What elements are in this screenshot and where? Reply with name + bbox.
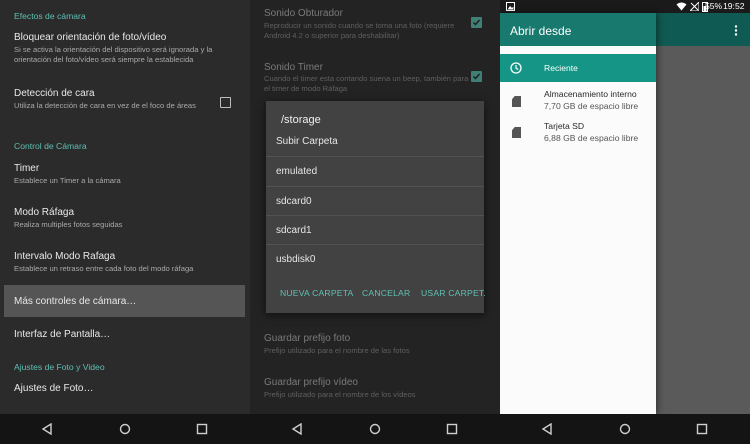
category-camera-effects: Efectos de cámara: [14, 11, 86, 21]
home-icon[interactable]: [119, 423, 131, 435]
root-sd-card[interactable]: Tarjeta SD 6,88 GB de espacio libre: [500, 117, 656, 149]
pref-title: Más controles de cámara…: [14, 296, 137, 307]
recent-apps-icon[interactable]: [696, 423, 708, 435]
folder-chooser-screen: Sonido Obturador Reproducir un sonido cu…: [250, 0, 500, 444]
pref-title: Modo Ráfaga: [14, 207, 75, 218]
back-icon[interactable]: [41, 423, 53, 435]
check-icon: [473, 19, 481, 26]
pref-shutter-sound: Sonido Obturador Reproducir un sonido cu…: [250, 4, 500, 48]
pref-lock-orientation[interactable]: Bloquear orientación de foto/vídeo Si se…: [0, 26, 250, 68]
sd-card-icon: [512, 127, 521, 138]
clock: 19:52: [723, 1, 745, 11]
check-icon: [473, 73, 481, 80]
root-summary: 7,70 GB de espacio libre: [544, 101, 639, 111]
pref-title: Timer: [14, 163, 40, 174]
roots-drawer: Abrir desde Reciente Almacenamiento inte…: [500, 13, 656, 414]
dialog-item-usbdisk0[interactable]: usbdisk0: [266, 245, 484, 274]
pref-summary: Realiza multiples fotos seguidas: [14, 220, 123, 229]
home-icon[interactable]: [619, 423, 631, 435]
drawer-title: Abrir desde: [510, 24, 572, 38]
pref-summary: Establece un retraso entre cada foto del…: [14, 264, 194, 273]
pref-timer-sound: Sonido Timer Cuando el timer esta contan…: [250, 57, 500, 101]
recent-apps-icon[interactable]: [446, 423, 458, 435]
dialog-item-label: usbdisk0: [276, 254, 316, 265]
status-bar: 55% 19:52: [500, 0, 750, 13]
home-icon[interactable]: [369, 423, 381, 435]
back-icon[interactable]: [291, 423, 303, 435]
signal-off-icon: [690, 2, 699, 11]
pref-title: Sonido Obturador: [264, 8, 343, 19]
pref-title: Sonido Timer: [264, 62, 323, 73]
folder-chooser-dialog: /storage Subir Carpeta emulated sdcard0 …: [266, 101, 486, 313]
pref-summary: Reproducir un sonido cuando se toma una …: [264, 21, 455, 40]
face-detection-checkbox[interactable]: [220, 97, 231, 108]
pref-title: Detección de cara: [14, 88, 95, 99]
drawer-header: Abrir desde: [500, 13, 656, 46]
use-folder-button[interactable]: USAR CARPET.: [421, 288, 486, 298]
pref-title: Ajustes de Foto…: [14, 383, 94, 394]
pref-title: Intervalo Modo Rafaga: [14, 251, 116, 262]
pref-photo-settings[interactable]: Ajustes de Foto…: [0, 376, 250, 402]
root-internal-storage[interactable]: Almacenamiento interno 7,70 GB de espaci…: [500, 84, 656, 116]
camera-settings-screen: Efectos de cámara Bloquear orientación d…: [0, 0, 250, 444]
navigation-bar: [500, 414, 750, 444]
dialog-item-label: sdcard1: [276, 225, 312, 236]
category-camera-control: Control de Cámara: [14, 141, 87, 151]
pref-save-video-prefix: Guardar prefijo vídeo Prefijo utilizado …: [250, 370, 500, 404]
dialog-item-parent-folder[interactable]: Subir Carpeta: [266, 127, 484, 156]
root-label: Tarjeta SD: [544, 121, 585, 131]
pref-summary: Prefijo utilizado para el nombre de las …: [264, 346, 410, 355]
image-notification-icon: [506, 2, 515, 11]
pref-title: Interfaz de Pantalla…: [14, 329, 111, 340]
root-label: Reciente: [544, 63, 578, 73]
root-summary: 6,88 GB de espacio libre: [544, 133, 639, 143]
wifi-icon: [676, 2, 687, 11]
root-recent[interactable]: Reciente: [500, 54, 656, 82]
root-label: Almacenamiento interno: [544, 89, 637, 99]
battery-level: 55%: [705, 1, 723, 11]
dialog-item-label: emulated: [276, 166, 318, 177]
category-photo-video: Ajustes de Foto y Video: [14, 362, 105, 372]
pref-summary: Prefijo utilizado para el nombre de los …: [264, 390, 416, 399]
pref-summary: Si se activa la orientación del disposit…: [14, 45, 213, 64]
dialog-item-label: Subir Carpeta: [276, 136, 338, 147]
dialog-item-label: sdcard0: [276, 196, 312, 207]
pref-burst-mode[interactable]: Modo Ráfaga Realiza multiples fotos segu…: [0, 200, 250, 234]
pref-face-detection[interactable]: Detección de cara Utiliza la detección d…: [0, 80, 250, 122]
dialog-item-emulated[interactable]: emulated: [266, 157, 484, 186]
pref-burst-interval[interactable]: Intervalo Modo Rafaga Establece un retra…: [0, 244, 250, 278]
pref-timer[interactable]: Timer Establece un Timer a la cámara: [0, 156, 250, 190]
new-folder-button[interactable]: NUEVA CARPETA: [280, 288, 353, 298]
dialog-item-sdcard1[interactable]: sdcard1: [266, 216, 484, 245]
dialog-title: /storage: [281, 114, 321, 126]
recent-apps-icon[interactable]: [196, 423, 208, 435]
pref-summary: Utiliza la detección de cara en vez de e…: [14, 101, 196, 110]
pref-screen-interface[interactable]: Interfaz de Pantalla…: [0, 322, 250, 348]
file-picker-screen: 55% 19:52 Abrir desde Reciente Almacenam…: [500, 0, 750, 444]
sd-card-icon: [512, 96, 521, 107]
dialog-item-sdcard0[interactable]: sdcard0: [266, 187, 484, 216]
cancel-button[interactable]: CANCELAR: [362, 288, 410, 298]
navigation-bar: [250, 414, 500, 444]
pref-title: Guardar prefijo vídeo: [264, 377, 358, 388]
pref-summary: Cuando el timer esta contando suena un b…: [264, 74, 469, 93]
pref-title: Guardar prefijo foto: [264, 333, 351, 344]
pref-more-camera-controls[interactable]: Más controles de cámara…: [4, 285, 245, 317]
overflow-menu-icon[interactable]: [734, 25, 738, 36]
back-icon[interactable]: [541, 423, 553, 435]
pref-title: Bloquear orientación de foto/vídeo: [14, 32, 167, 43]
pref-summary: Establece un Timer a la cámara: [14, 176, 121, 185]
clock-icon: [510, 62, 522, 74]
shutter-sound-checkbox: [471, 17, 482, 28]
pref-save-photo-prefix: Guardar prefijo foto Prefijo utilizado p…: [250, 326, 500, 360]
timer-sound-checkbox: [471, 71, 482, 82]
navigation-bar: [0, 414, 250, 444]
